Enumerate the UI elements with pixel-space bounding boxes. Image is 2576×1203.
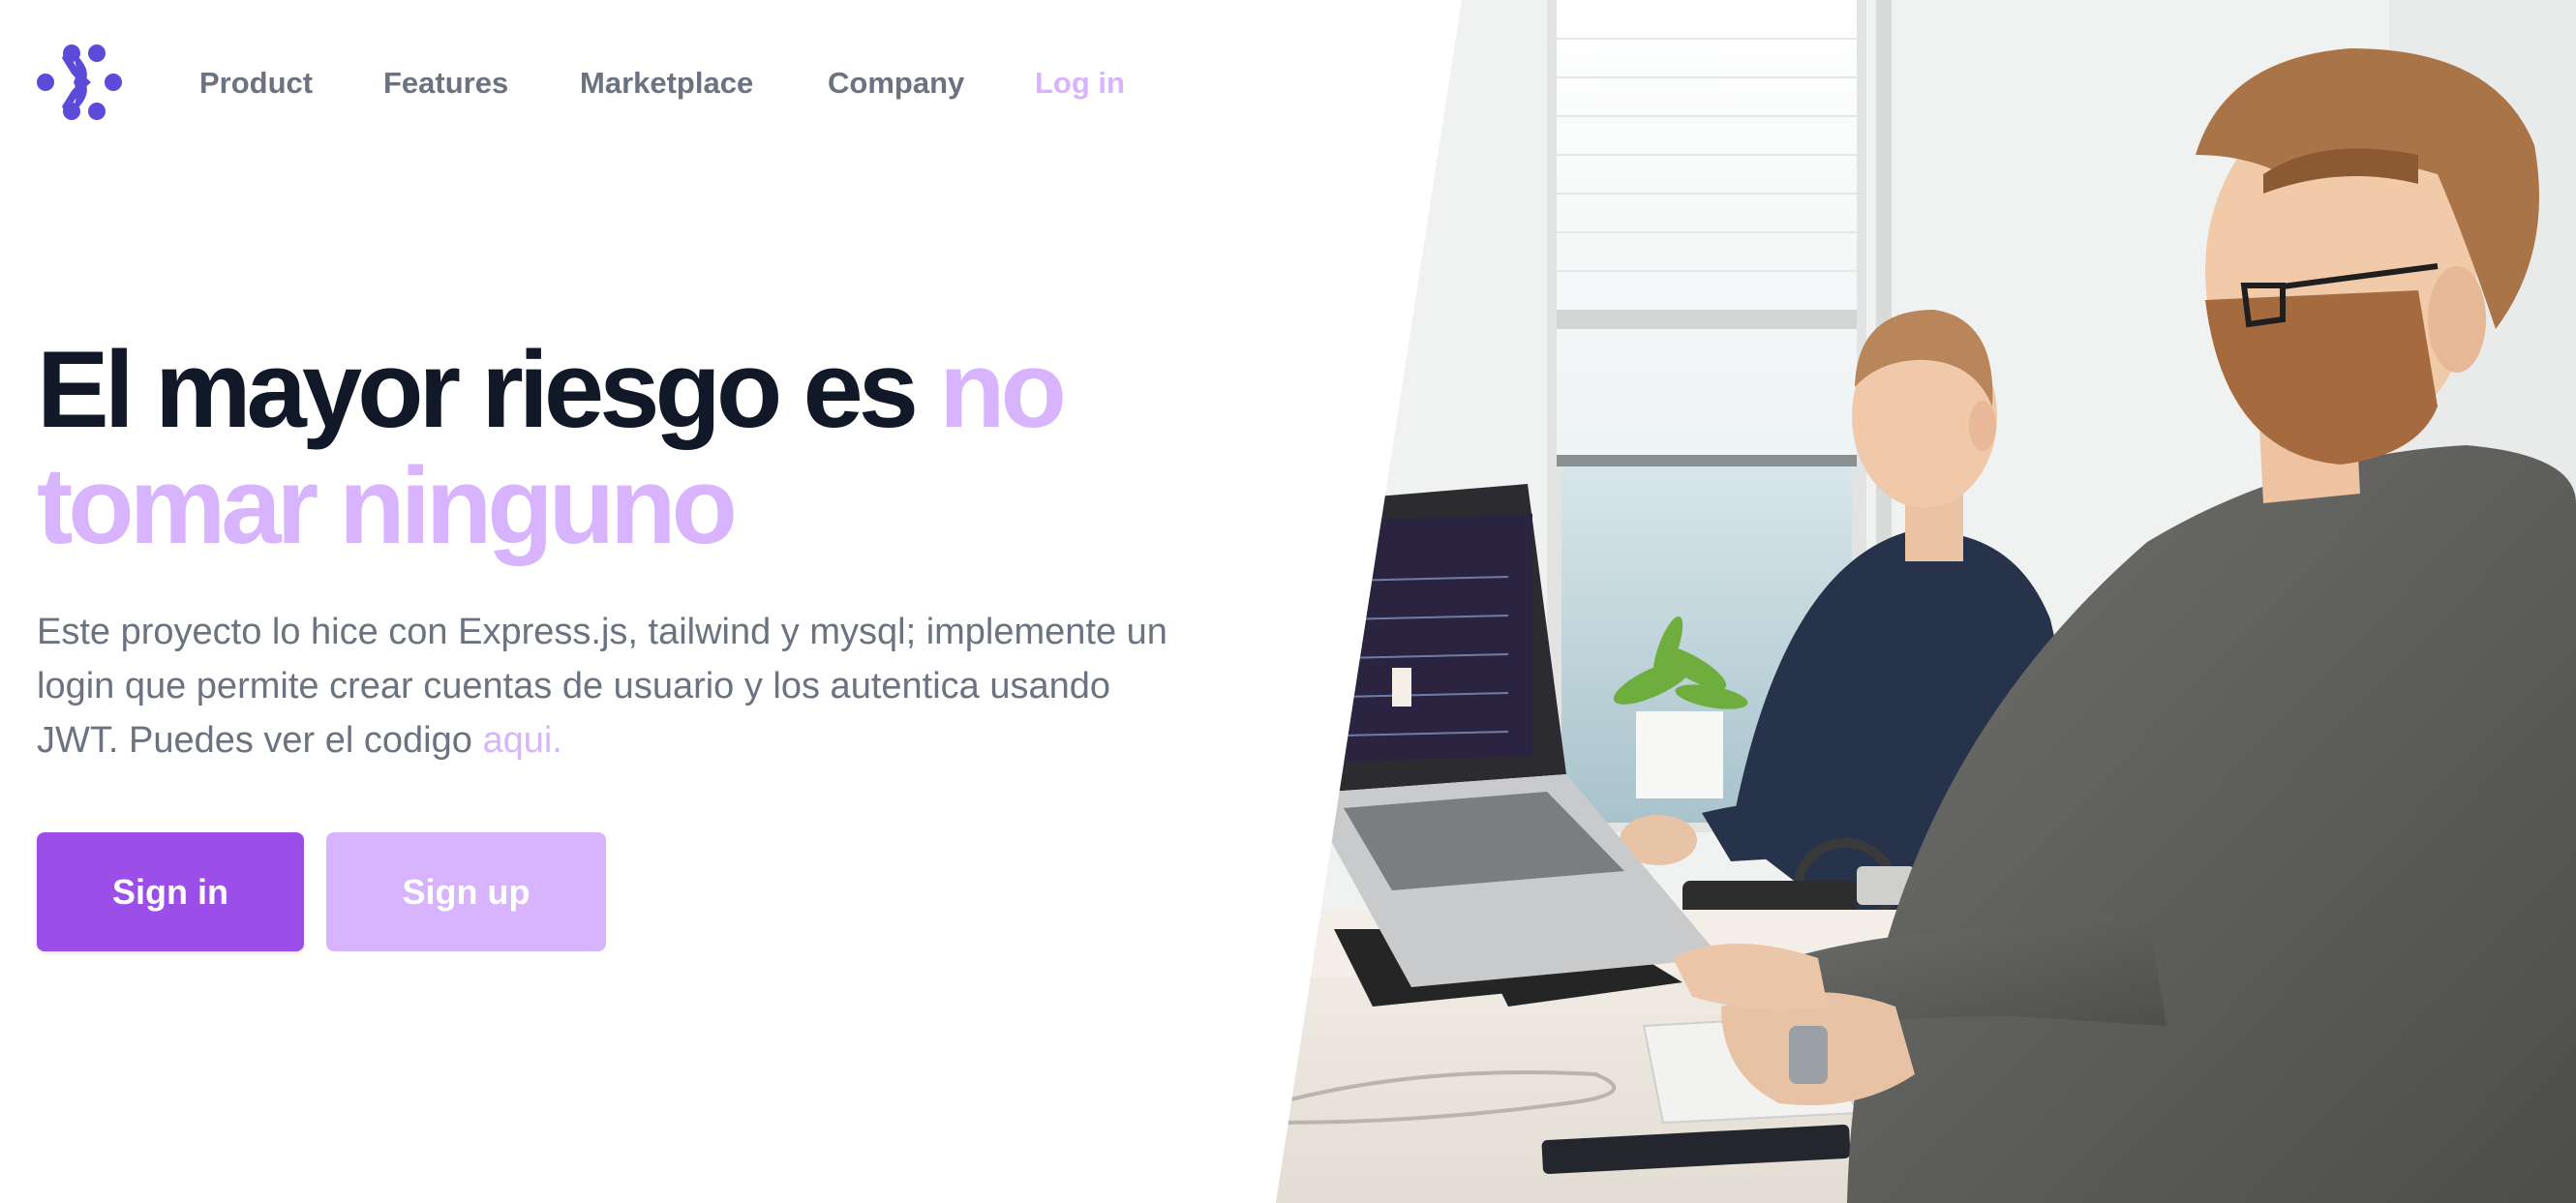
headline-main: El mayor riesgo es: [37, 329, 940, 450]
nav-item-company[interactable]: Company: [828, 60, 964, 106]
code-link[interactable]: aqui.: [482, 720, 561, 761]
sign-in-button[interactable]: Sign in: [37, 832, 304, 951]
nav-item-product[interactable]: Product: [199, 60, 313, 106]
hero-photo: [1276, 0, 2576, 1203]
description-text: Este proyecto lo hice con Express.js, ta…: [37, 612, 1167, 761]
hero-description: Este proyecto lo hice con Express.js, ta…: [37, 605, 1179, 767]
login-link[interactable]: Log in: [1035, 60, 1125, 106]
office-coworkers-at-laptops-photo: [1276, 0, 2576, 1203]
sign-up-button[interactable]: Sign up: [326, 832, 606, 951]
hero-headline: El mayor riesgo es no tomar ninguno: [37, 332, 1247, 564]
nav-item-features[interactable]: Features: [383, 60, 508, 106]
nav-item-marketplace[interactable]: Marketplace: [580, 60, 753, 106]
sparkle-logo-icon[interactable]: [37, 43, 122, 122]
